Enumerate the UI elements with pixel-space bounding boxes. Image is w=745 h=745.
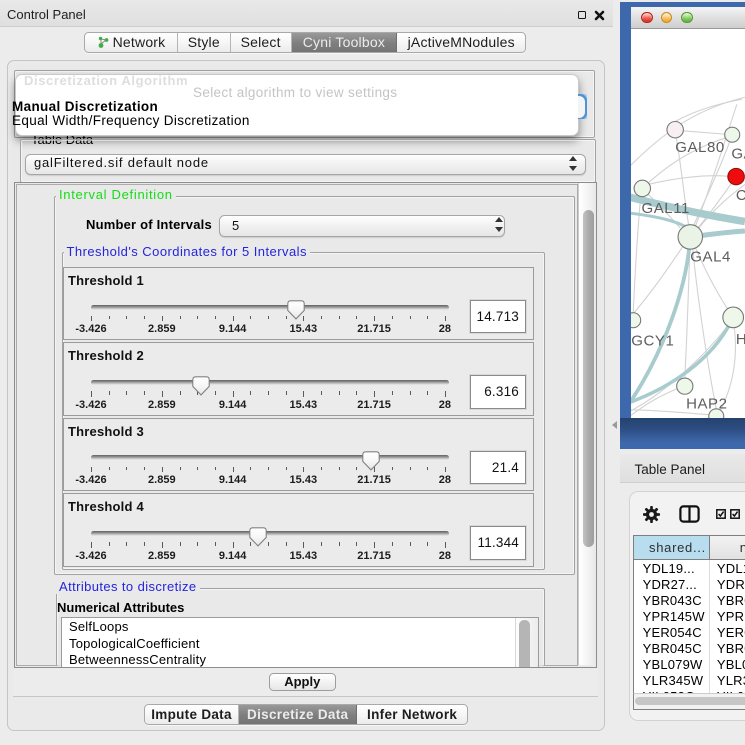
- svg-text:C: C: [736, 187, 745, 204]
- svg-text:GAL11: GAL11: [642, 200, 690, 217]
- svg-text:HAP2: HAP2: [686, 395, 727, 412]
- svg-text:GA: GA: [732, 145, 745, 162]
- svg-text:GCY1: GCY1: [632, 333, 675, 350]
- svg-text:H: H: [736, 331, 745, 348]
- svg-text:GAL80: GAL80: [676, 139, 726, 156]
- svg-text:GAL4: GAL4: [691, 248, 732, 265]
